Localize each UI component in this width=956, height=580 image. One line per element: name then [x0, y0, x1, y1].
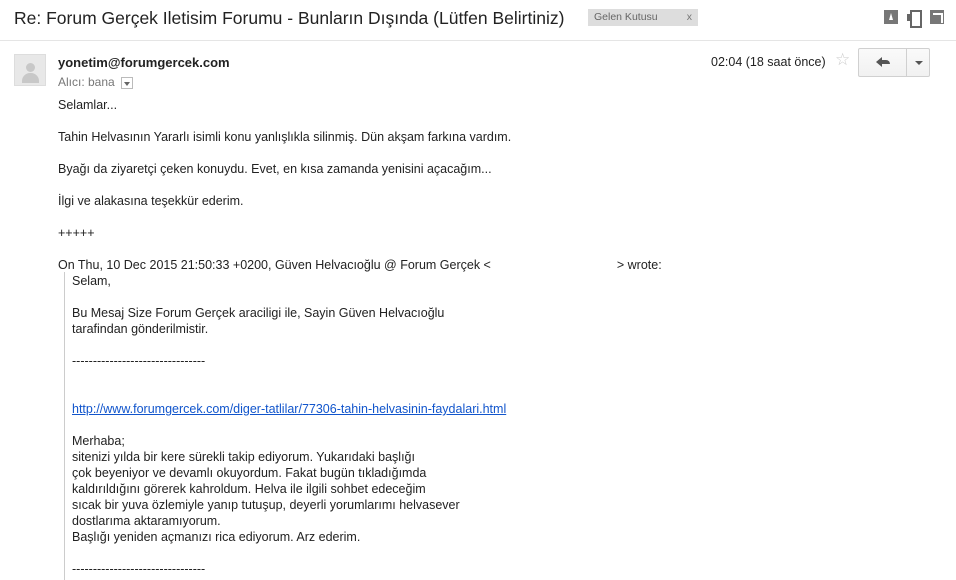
attribution-start: On Thu, 10 Dec 2015 21:50:33 +0200, Güve… [58, 258, 491, 272]
quote-attribution: On Thu, 10 Dec 2015 21:50:33 +0200, Güve… [58, 258, 662, 272]
quote-line: Merhaba; [72, 434, 125, 448]
forum-topic-link[interactable]: http://www.forumgercek.com/diger-tatlila… [72, 402, 506, 416]
archive-icon[interactable] [884, 10, 898, 24]
email-subject: Re: Forum Gerçek Iletisim Forumu - Bunla… [14, 8, 565, 28]
print-icon[interactable] [907, 10, 922, 28]
quote-greeting: Selam, [72, 274, 111, 288]
more-actions-button[interactable] [907, 49, 929, 76]
reply-icon [876, 57, 890, 67]
quote-line: kaldırıldığını görerek kahroldum. Helva … [72, 482, 426, 496]
recipient-text: Alıcı: bana [58, 75, 115, 89]
attribution-end: > wrote: [616, 258, 662, 272]
avatar-body [22, 73, 39, 83]
remove-label-button[interactable]: x [687, 11, 692, 23]
body-line: Tahin Helvasının Yararlı isimli konu yan… [58, 130, 512, 144]
quote-line: tarafindan gönderilmistir. [72, 322, 209, 336]
quote-separator: -------------------------------- [72, 354, 206, 368]
subject-bar: Re: Forum Gerçek Iletisim Forumu - Bunla… [14, 6, 944, 32]
new-window-icon[interactable] [930, 10, 944, 24]
body-line: +++++ [58, 226, 95, 240]
top-action-icons [884, 10, 944, 28]
recipient-details-dropdown[interactable] [121, 76, 134, 89]
quote-line: çok beyeniyor ve devamlı okuyordum. Faka… [72, 466, 427, 480]
reply-button-group [858, 48, 930, 77]
sender-email[interactable]: yonetim@forumgercek.com [58, 55, 230, 70]
chevron-down-icon [915, 61, 923, 65]
body-line: Byağı da ziyaretçi çeken konuydu. Evet, … [58, 162, 492, 176]
message-time: 02:04 (18 saat önce) [711, 55, 826, 69]
avatar-head [26, 63, 35, 72]
star-icon[interactable]: ☆ [835, 50, 850, 70]
recipient-line: Alıcı: bana [58, 75, 134, 89]
label-text: Gelen Kutusu [594, 11, 658, 23]
body-line: İlgi ve alakasına teşekkür ederim. [58, 194, 244, 208]
body-greeting: Selamlar... [58, 98, 118, 112]
quote-bar [64, 272, 65, 580]
quote-line: Başlığı yeniden açmanızı rica ediyorum. … [72, 530, 361, 544]
inbox-label-chip[interactable]: Gelen Kutusu x [588, 9, 698, 26]
reply-button[interactable] [859, 49, 907, 76]
header-divider [0, 40, 956, 41]
avatar [14, 54, 46, 86]
quote-line: dostlarıma aktaramıyorum. [72, 514, 221, 528]
quote-link-row: http://www.forumgercek.com/diger-tatlila… [72, 402, 506, 416]
quote-line: sıcak bir yuva özlemiyle yanıp tutuşup, … [72, 498, 460, 512]
quote-line: Bu Mesaj Size Forum Gerçek araciligi ile… [72, 306, 445, 320]
quote-line: sitenizi yılda bir kere sürekli takip ed… [72, 450, 415, 464]
quote-separator: -------------------------------- [72, 562, 206, 576]
